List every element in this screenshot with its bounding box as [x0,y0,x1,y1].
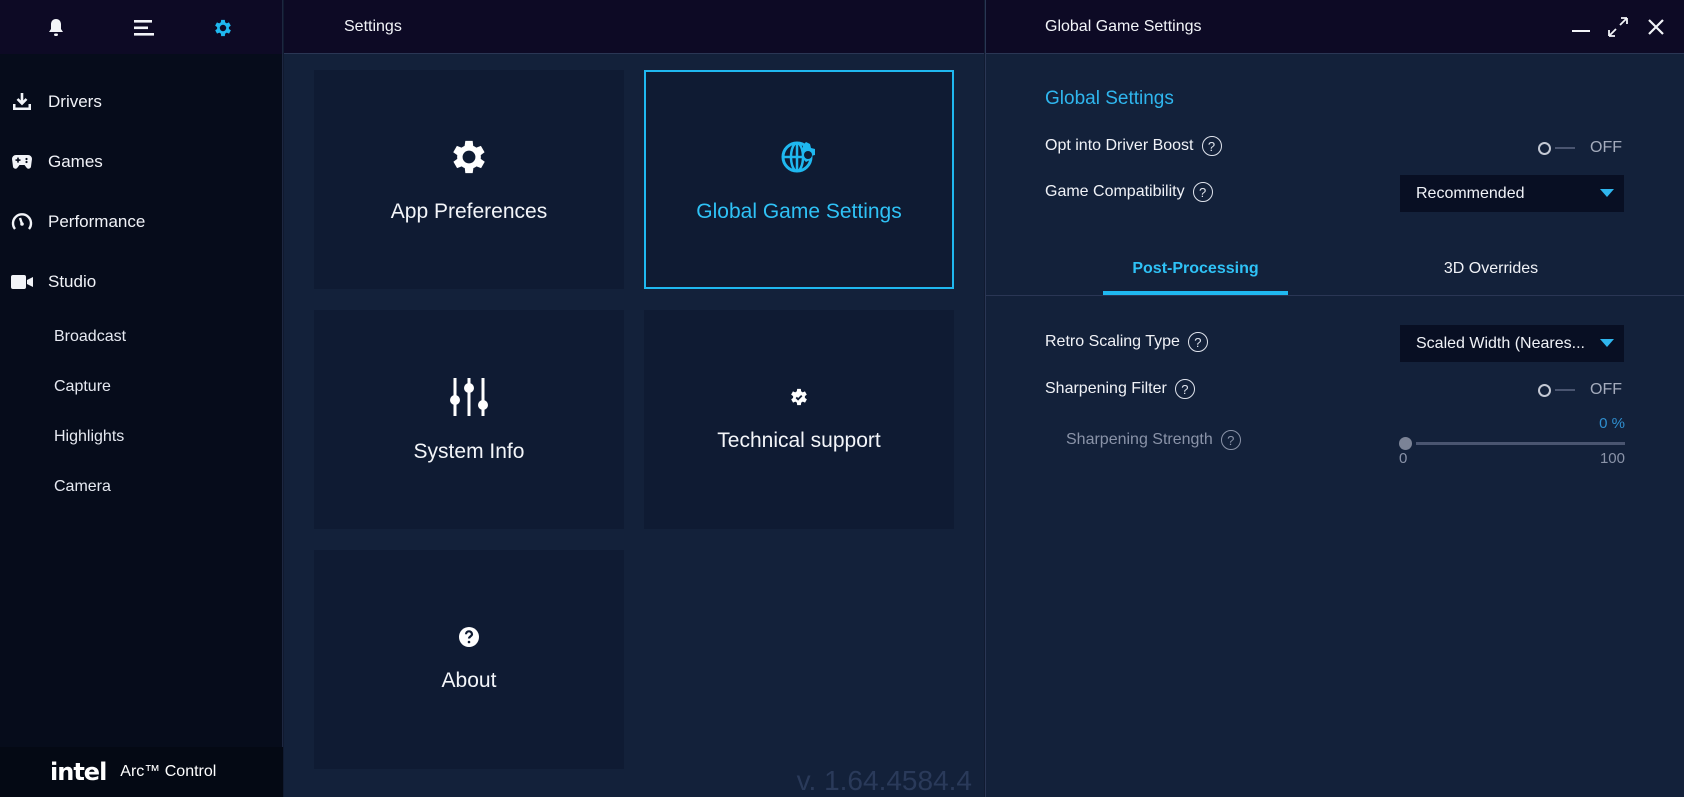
sidebar-item-performance[interactable]: Performance [0,192,283,252]
globe-gear-icon [777,135,821,184]
retro-scaling-row: Retro Scaling Type ? [1045,332,1208,352]
card-label: Technical support [717,429,881,452]
card-label: Global Game Settings [696,200,902,223]
slider-max: 100 [1599,450,1625,467]
driver-boost-row: Opt into Driver Boost ? [1045,136,1222,156]
tab-post-processing[interactable]: Post-Processing [1103,260,1288,278]
active-tab-indicator [1103,291,1288,295]
camera-icon [10,270,34,294]
sidebar-item-label: Studio [48,272,97,291]
sidebar-item-games[interactable]: Games [0,132,283,192]
sidebar-nav: Drivers Games Performance Studio Broadca… [0,72,283,512]
retro-scaling-dropdown[interactable]: Scaled Width (Neares... [1400,325,1624,362]
retro-scaling-label: Retro Scaling Type [1045,333,1180,350]
slider-min: 0 [1399,450,1408,467]
menu-icon[interactable] [133,16,157,40]
card-global-game-settings[interactable]: Global Game Settings [644,70,954,289]
sharpening-filter-label: Sharpening Filter [1045,380,1167,397]
dropdown-value: Recommended [1416,184,1525,202]
close-icon[interactable] [1645,16,1667,38]
sharpening-strength-row: Sharpening Strength ? [1066,430,1241,450]
card-about[interactable]: About [314,550,624,769]
sidebar-item-label: Games [48,152,103,171]
sharpening-strength-slider[interactable]: 0 % 0 100 [1399,415,1625,470]
global-game-settings-panel: Global Game Settings Global Settings Opt… [985,0,1684,797]
card-technical-support[interactable]: Technical support [644,310,954,529]
card-app-preferences[interactable]: App Preferences [314,70,624,289]
app-name: Arc™ Control [120,763,217,780]
driver-boost-toggle[interactable]: OFF [1538,139,1622,157]
card-label: System Info [413,440,525,463]
settings-panel: Settings App Preferences Global Game Set… [284,0,984,797]
sidebar-subitem-highlights[interactable]: Highlights [0,412,283,462]
global-settings-header: Global Game Settings [986,0,1684,54]
slider-thumb[interactable] [1399,437,1412,450]
help-icon[interactable]: ? [1201,136,1222,156]
sharpening-filter-toggle[interactable]: OFF [1538,381,1622,399]
toggle-track [1555,389,1575,391]
help-icon[interactable]: ? [1192,182,1213,202]
sharpening-filter-row: Sharpening Filter ? [1045,379,1195,399]
intel-logo: intel [50,758,107,786]
gear-icon [447,135,491,184]
page-title: Settings [344,17,402,35]
section-title: Global Settings [1045,88,1174,109]
card-label: About [441,669,497,692]
sidebar-item-label: Drivers [48,92,102,111]
sharpening-strength-label: Sharpening Strength [1066,431,1213,448]
slider-value: 0 % [1599,415,1625,432]
driver-boost-label: Opt into Driver Boost [1045,137,1194,154]
bell-icon[interactable] [44,16,68,40]
settings-tabs: Post-Processing 3D Overrides [986,250,1684,296]
sidebar: Drivers Games Performance Studio Broadca… [0,0,283,797]
sidebar-top-bar [0,0,282,54]
sidebar-subitem-capture[interactable]: Capture [0,362,283,412]
sidebar-item-label: Performance [48,212,146,231]
sliders-icon [447,375,491,424]
expand-icon[interactable] [1607,16,1629,38]
help-icon[interactable]: ? [1220,430,1241,450]
version-label: v. 1.64.4584.4 [796,765,972,796]
toggle-knob [1538,383,1551,397]
gear-icon[interactable] [211,16,235,40]
toggle-state: OFF [1590,139,1622,156]
support-gear-icon [788,386,810,413]
toggle-knob [1538,141,1551,155]
gauge-icon [10,210,34,234]
card-label: App Preferences [390,200,548,223]
toggle-track [1555,147,1575,149]
brand-footer: intel Arc™ Control [0,747,283,797]
slider-rail [1416,442,1625,445]
game-compat-label: Game Compatibility [1045,183,1185,200]
download-icon [10,90,34,114]
toggle-state: OFF [1590,381,1622,398]
help-icon[interactable]: ? [1187,332,1208,352]
chevron-down-icon [1600,189,1614,197]
help-icon[interactable]: ? [1174,379,1195,399]
minimize-icon[interactable] [1570,16,1592,38]
question-icon [458,626,480,653]
panel-title: Global Game Settings [1045,17,1202,35]
game-compat-dropdown[interactable]: Recommended [1400,175,1624,212]
sidebar-item-drivers[interactable]: Drivers [0,72,283,132]
gamepad-icon [10,150,34,174]
tab-3d-overrides[interactable]: 3D Overrides [1416,260,1566,278]
sidebar-subitem-broadcast[interactable]: Broadcast [0,312,283,362]
dropdown-value: Scaled Width (Neares... [1416,334,1585,352]
chevron-down-icon [1600,339,1614,347]
card-system-info[interactable]: System Info [314,310,624,529]
settings-header: Settings [284,0,984,54]
sidebar-subitem-camera[interactable]: Camera [0,462,283,512]
sidebar-item-studio[interactable]: Studio [0,252,283,312]
game-compat-row: Game Compatibility ? [1045,182,1213,202]
